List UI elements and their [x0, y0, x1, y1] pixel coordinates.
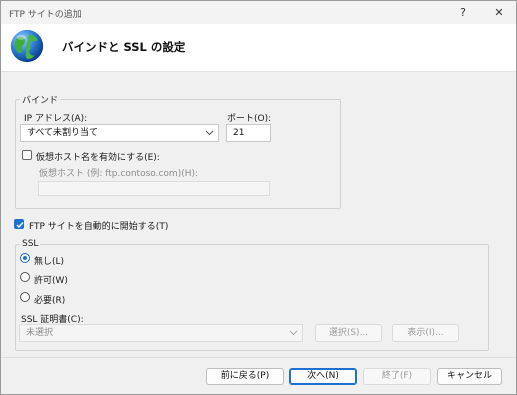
- ssl-require-label: 必要(R): [34, 296, 66, 306]
- page-title: バインドと SSL の設定: [62, 40, 186, 54]
- globe-icon: [10, 29, 44, 63]
- binding-group-label: バインド: [20, 93, 61, 106]
- ssl-select-button[interactable]: 選択(S)...: [315, 324, 382, 342]
- port-input[interactable]: 21: [226, 124, 271, 142]
- auto-start-label: FTP サイトを自動的に開始する(T): [29, 222, 169, 232]
- ip-address-value: すべて未割り当て: [27, 128, 99, 138]
- cancel-button[interactable]: キャンセル: [437, 368, 502, 385]
- auto-start-checkbox[interactable]: [14, 219, 24, 229]
- back-button[interactable]: 前に戻る(P): [206, 368, 284, 385]
- virtual-host-checkbox[interactable]: [22, 150, 32, 160]
- ssl-none-label: 無し(L): [34, 257, 65, 267]
- finish-button[interactable]: 終了(F): [363, 368, 431, 385]
- checkmark-icon: [16, 222, 24, 229]
- ssl-view-button[interactable]: 表示(I)...: [392, 324, 459, 342]
- ssl-allow-label: 許可(W): [34, 276, 68, 286]
- next-button[interactable]: 次へ(N): [289, 368, 357, 385]
- ssl-require-radio[interactable]: [20, 292, 30, 302]
- wizard-header: バインドと SSL の設定: [1, 24, 516, 72]
- footer-divider: [1, 357, 516, 358]
- ssl-cert-value: 未選択: [26, 328, 54, 338]
- ip-address-label: IP アドレス(A):: [24, 114, 88, 124]
- title-bar: FTP サイトの追加 ? ✕: [1, 1, 516, 24]
- close-button[interactable]: ✕: [484, 4, 514, 22]
- window-title: FTP サイトの追加: [9, 10, 82, 20]
- chevron-down-icon: [289, 325, 298, 347]
- help-button[interactable]: ?: [448, 4, 478, 22]
- virtual-host-label: 仮想ホスト (例: ftp.contoso.com)(H):: [39, 169, 199, 179]
- ssl-cert-dropdown[interactable]: 未選択: [19, 324, 303, 342]
- virtual-host-checkbox-label: 仮想ホスト名を有効にする(E):: [36, 153, 160, 163]
- ssl-none-radio[interactable]: [20, 253, 30, 263]
- ssl-allow-radio[interactable]: [20, 272, 30, 282]
- ssl-group-label: SSL: [20, 239, 41, 249]
- chevron-down-icon: [205, 125, 214, 147]
- port-label: ポート(O):: [227, 114, 272, 124]
- virtual-host-input[interactable]: [38, 181, 270, 196]
- ip-address-dropdown[interactable]: すべて未割り当て: [20, 124, 219, 142]
- dialog-window: FTP サイトの追加 ? ✕ バインドと SSL の設定 バインド IP アドレ…: [0, 0, 517, 395]
